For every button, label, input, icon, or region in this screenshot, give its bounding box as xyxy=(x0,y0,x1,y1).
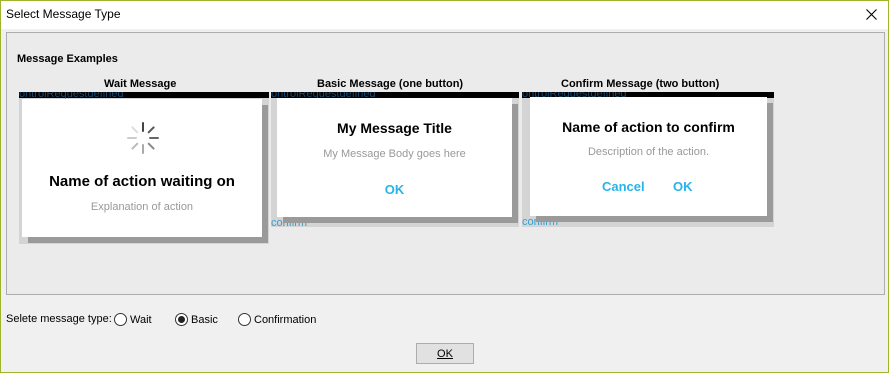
ok-button-label: OK xyxy=(437,347,453,360)
wait-example-preview: ontrolRequestdefined Name of action wait… xyxy=(19,92,269,244)
selector-label: Selete message type: xyxy=(6,313,112,325)
wait-dialog-body: Explanation of action xyxy=(90,201,194,213)
ok-button[interactable]: OK xyxy=(416,343,474,364)
title-bar[interactable]: Select Message Type xyxy=(1,1,888,29)
confirm-dialog-cancel-button: Cancel xyxy=(602,179,645,194)
basic-dialog: My Message Title My Message Body goes he… xyxy=(277,98,512,217)
close-icon xyxy=(865,8,877,20)
basic-example-preview: ontrolRequestdefined confirm My Message … xyxy=(271,92,519,227)
preview-background-confirm: confirm xyxy=(522,216,559,227)
confirm-dialog: Name of action to confirm Description of… xyxy=(530,97,767,216)
radio-confirmation-circle[interactable] xyxy=(238,313,251,326)
message-examples-panel: Message Examples Wait Message ontrolRequ… xyxy=(6,32,885,295)
confirm-dialog-body: Description of the action. xyxy=(587,146,710,158)
basic-example-title: Basic Message (one button) xyxy=(317,78,464,90)
confirm-dialog-title: Name of action to confirm xyxy=(562,119,735,135)
wait-dialog: Name of action waiting on Explanation of… xyxy=(22,99,262,237)
radio-selected-dot xyxy=(178,316,185,323)
radio-wait-circle[interactable] xyxy=(114,313,127,326)
confirm-dialog-ok-button: OK xyxy=(673,179,693,194)
basic-dialog-body: My Message Body goes here xyxy=(323,148,466,160)
radio-basic-circle[interactable] xyxy=(175,313,188,326)
wait-dialog-title: Name of action waiting on xyxy=(49,173,235,190)
spinner-icon xyxy=(125,120,161,156)
basic-dialog-ok-button: OK xyxy=(384,182,405,197)
confirm-example-title: Confirm Message (two button) xyxy=(561,78,720,90)
confirm-example-preview: ontrolRequestdefined confirm Name of act… xyxy=(522,92,774,227)
radio-basic-label: Basic xyxy=(191,313,218,326)
radio-confirmation-label: Confirmation xyxy=(254,313,317,326)
radio-wait[interactable]: Wait xyxy=(114,313,152,326)
radio-wait-label: Wait xyxy=(130,313,152,326)
window-title: Select Message Type xyxy=(6,7,121,21)
basic-dialog-title: My Message Title xyxy=(337,120,452,136)
wait-example-title: Wait Message xyxy=(104,78,177,90)
preview-background-confirm: confirm xyxy=(271,217,308,227)
radio-basic[interactable]: Basic xyxy=(175,313,218,326)
radio-confirmation[interactable]: Confirmation xyxy=(238,313,316,326)
close-button[interactable] xyxy=(856,2,886,26)
panel-title: Message Examples xyxy=(17,53,118,65)
message-type-selector: Selete message type: Wait Basic Confirma… xyxy=(6,313,406,327)
dialog-window: Select Message Type Message Examples Wai… xyxy=(0,0,889,373)
